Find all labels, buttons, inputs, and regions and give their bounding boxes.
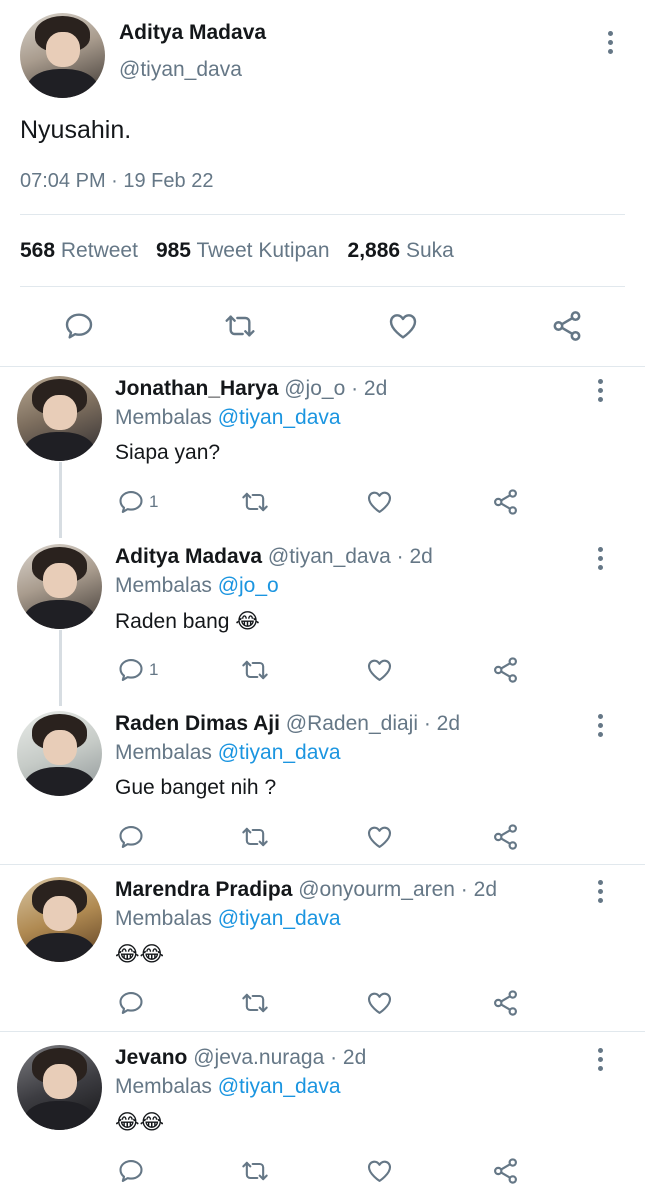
section-divider (0, 1031, 645, 1032)
like-count: 2,886 (347, 239, 401, 262)
reply-text: Raden bang 😂 (115, 610, 260, 633)
reply-icon[interactable] (117, 1157, 145, 1185)
reply-author-name[interactable]: Jevano (115, 1046, 187, 1069)
retweet-count: 568 (20, 239, 56, 262)
avatar[interactable] (17, 376, 102, 461)
like-icon[interactable] (386, 310, 420, 342)
section-divider (0, 864, 645, 865)
more-options-icon[interactable] (604, 31, 616, 57)
like-stat[interactable]: 2,886 Suka (348, 239, 454, 262)
reply-icon[interactable] (117, 656, 145, 684)
share-icon[interactable] (491, 655, 520, 685)
retweet-label: Retweet (60, 239, 138, 262)
main-tweet: Aditya Madava @tiyan_dava Nyusahin. 07:0… (0, 0, 645, 366)
more-options-icon[interactable] (594, 547, 606, 573)
reply-handle-time: @tiyan_dava · 2d (262, 545, 433, 568)
reply-count: 1 (149, 660, 159, 679)
retweet-icon[interactable] (239, 823, 271, 851)
reply-author-name[interactable]: Jonathan_Harya (115, 377, 278, 400)
tweet-timestamp: 07:04 PM · 19 Feb 22 (20, 170, 214, 192)
replying-to-mention[interactable]: @tiyan_dava (218, 406, 341, 429)
like-icon[interactable] (365, 1157, 394, 1185)
replying-to-label: Membalas (115, 741, 218, 764)
divider (20, 286, 625, 287)
reply-author-name[interactable]: Aditya Madava (115, 545, 262, 568)
replying-to: Membalas @tiyan_dava (115, 1075, 341, 1099)
share-icon[interactable] (491, 487, 520, 517)
more-options-icon[interactable] (594, 714, 606, 740)
reply-handle-time: @jo_o · 2d (278, 377, 388, 400)
more-options-icon[interactable] (594, 379, 606, 405)
replying-to: Membalas @tiyan_dava (115, 406, 341, 430)
retweet-stat[interactable]: 568 Retweet (20, 239, 138, 262)
reply-tweet[interactable]: Jevano @jeva.nuraga · 2d Membalas @tiyan… (0, 1036, 645, 1196)
like-label: Suka (405, 239, 454, 262)
avatar[interactable] (17, 544, 102, 629)
replying-to: Membalas @tiyan_dava (115, 741, 341, 765)
quote-label: Tweet Kutipan (196, 239, 330, 262)
tweet-text: Nyusahin. (20, 116, 132, 144)
reply-icon[interactable] (117, 989, 145, 1017)
reply-header: Raden Dimas Aji @Raden_diaji · 2d (115, 712, 460, 736)
author-name[interactable]: Aditya Madava (119, 21, 266, 45)
retweet-icon[interactable] (239, 488, 271, 516)
reply-icon[interactable] (63, 310, 95, 342)
replying-to-mention[interactable]: @jo_o (218, 574, 279, 597)
reply-handle-time: @jeva.nuraga · 2d (187, 1046, 367, 1069)
divider (20, 214, 625, 215)
reply-text: Gue banget nih ? (115, 776, 277, 799)
reply-header: Marendra Pradipa @onyourm_aren · 2d (115, 878, 497, 902)
replying-to-label: Membalas (115, 907, 218, 930)
reply-count: 1 (149, 492, 159, 511)
share-icon[interactable] (491, 822, 520, 852)
retweet-icon[interactable] (239, 989, 271, 1017)
replying-to: Membalas @jo_o (115, 574, 279, 598)
like-icon[interactable] (365, 823, 394, 851)
replying-to-label: Membalas (115, 574, 218, 597)
replying-to-label: Membalas (115, 1075, 218, 1098)
reply-author-name[interactable]: Marendra Pradipa (115, 878, 292, 901)
reply-tweet[interactable]: Aditya Madava @tiyan_dava · 2d Membalas … (0, 535, 645, 695)
replying-to-mention[interactable]: @tiyan_dava (218, 741, 341, 764)
replying-to-mention[interactable]: @tiyan_dava (218, 1075, 341, 1098)
replying-to: Membalas @tiyan_dava (115, 907, 341, 931)
reply-tweet[interactable]: Marendra Pradipa @onyourm_aren · 2d Memb… (0, 868, 645, 1028)
like-icon[interactable] (365, 989, 394, 1017)
like-icon[interactable] (365, 488, 394, 516)
reply-tweet[interactable]: Jonathan_Harya @jo_o · 2d Membalas @tiya… (0, 367, 645, 527)
reply-text: 😂😂 (115, 1111, 165, 1134)
avatar[interactable] (17, 1045, 102, 1130)
reply-handle-time: @Raden_diaji · 2d (279, 712, 461, 735)
avatar[interactable] (17, 711, 102, 796)
reply-header: Aditya Madava @tiyan_dava · 2d (115, 545, 433, 569)
reply-tweet[interactable]: Raden Dimas Aji @Raden_diaji · 2d Membal… (0, 702, 645, 862)
retweet-icon[interactable] (239, 656, 271, 684)
replying-to-mention[interactable]: @tiyan_dava (218, 907, 341, 930)
tweet-stats: 568 Retweet 985 Tweet Kutipan 2,886 Suka (20, 239, 454, 263)
more-options-icon[interactable] (594, 880, 606, 906)
author-handle[interactable]: @tiyan_dava (119, 58, 242, 82)
reply-handle-time: @onyourm_aren · 2d (292, 878, 497, 901)
reply-header: Jonathan_Harya @jo_o · 2d (115, 377, 387, 401)
replying-to-label: Membalas (115, 406, 218, 429)
reply-header: Jevano @jeva.nuraga · 2d (115, 1046, 366, 1070)
reply-author-name[interactable]: Raden Dimas Aji (115, 712, 280, 735)
retweet-icon[interactable] (222, 310, 258, 342)
avatar[interactable] (17, 877, 102, 962)
reply-text: Siapa yan? (115, 441, 221, 464)
reply-text: 😂😂 (115, 943, 165, 966)
quote-stat[interactable]: 985 Tweet Kutipan (156, 239, 330, 262)
more-options-icon[interactable] (594, 1048, 606, 1074)
share-icon[interactable] (491, 1156, 520, 1186)
share-icon[interactable] (550, 309, 584, 343)
avatar[interactable] (20, 13, 105, 98)
like-icon[interactable] (365, 656, 394, 684)
share-icon[interactable] (491, 988, 520, 1018)
reply-icon[interactable] (117, 823, 145, 851)
retweet-icon[interactable] (239, 1157, 271, 1185)
reply-icon[interactable] (117, 488, 145, 516)
quote-count: 985 (155, 239, 191, 262)
